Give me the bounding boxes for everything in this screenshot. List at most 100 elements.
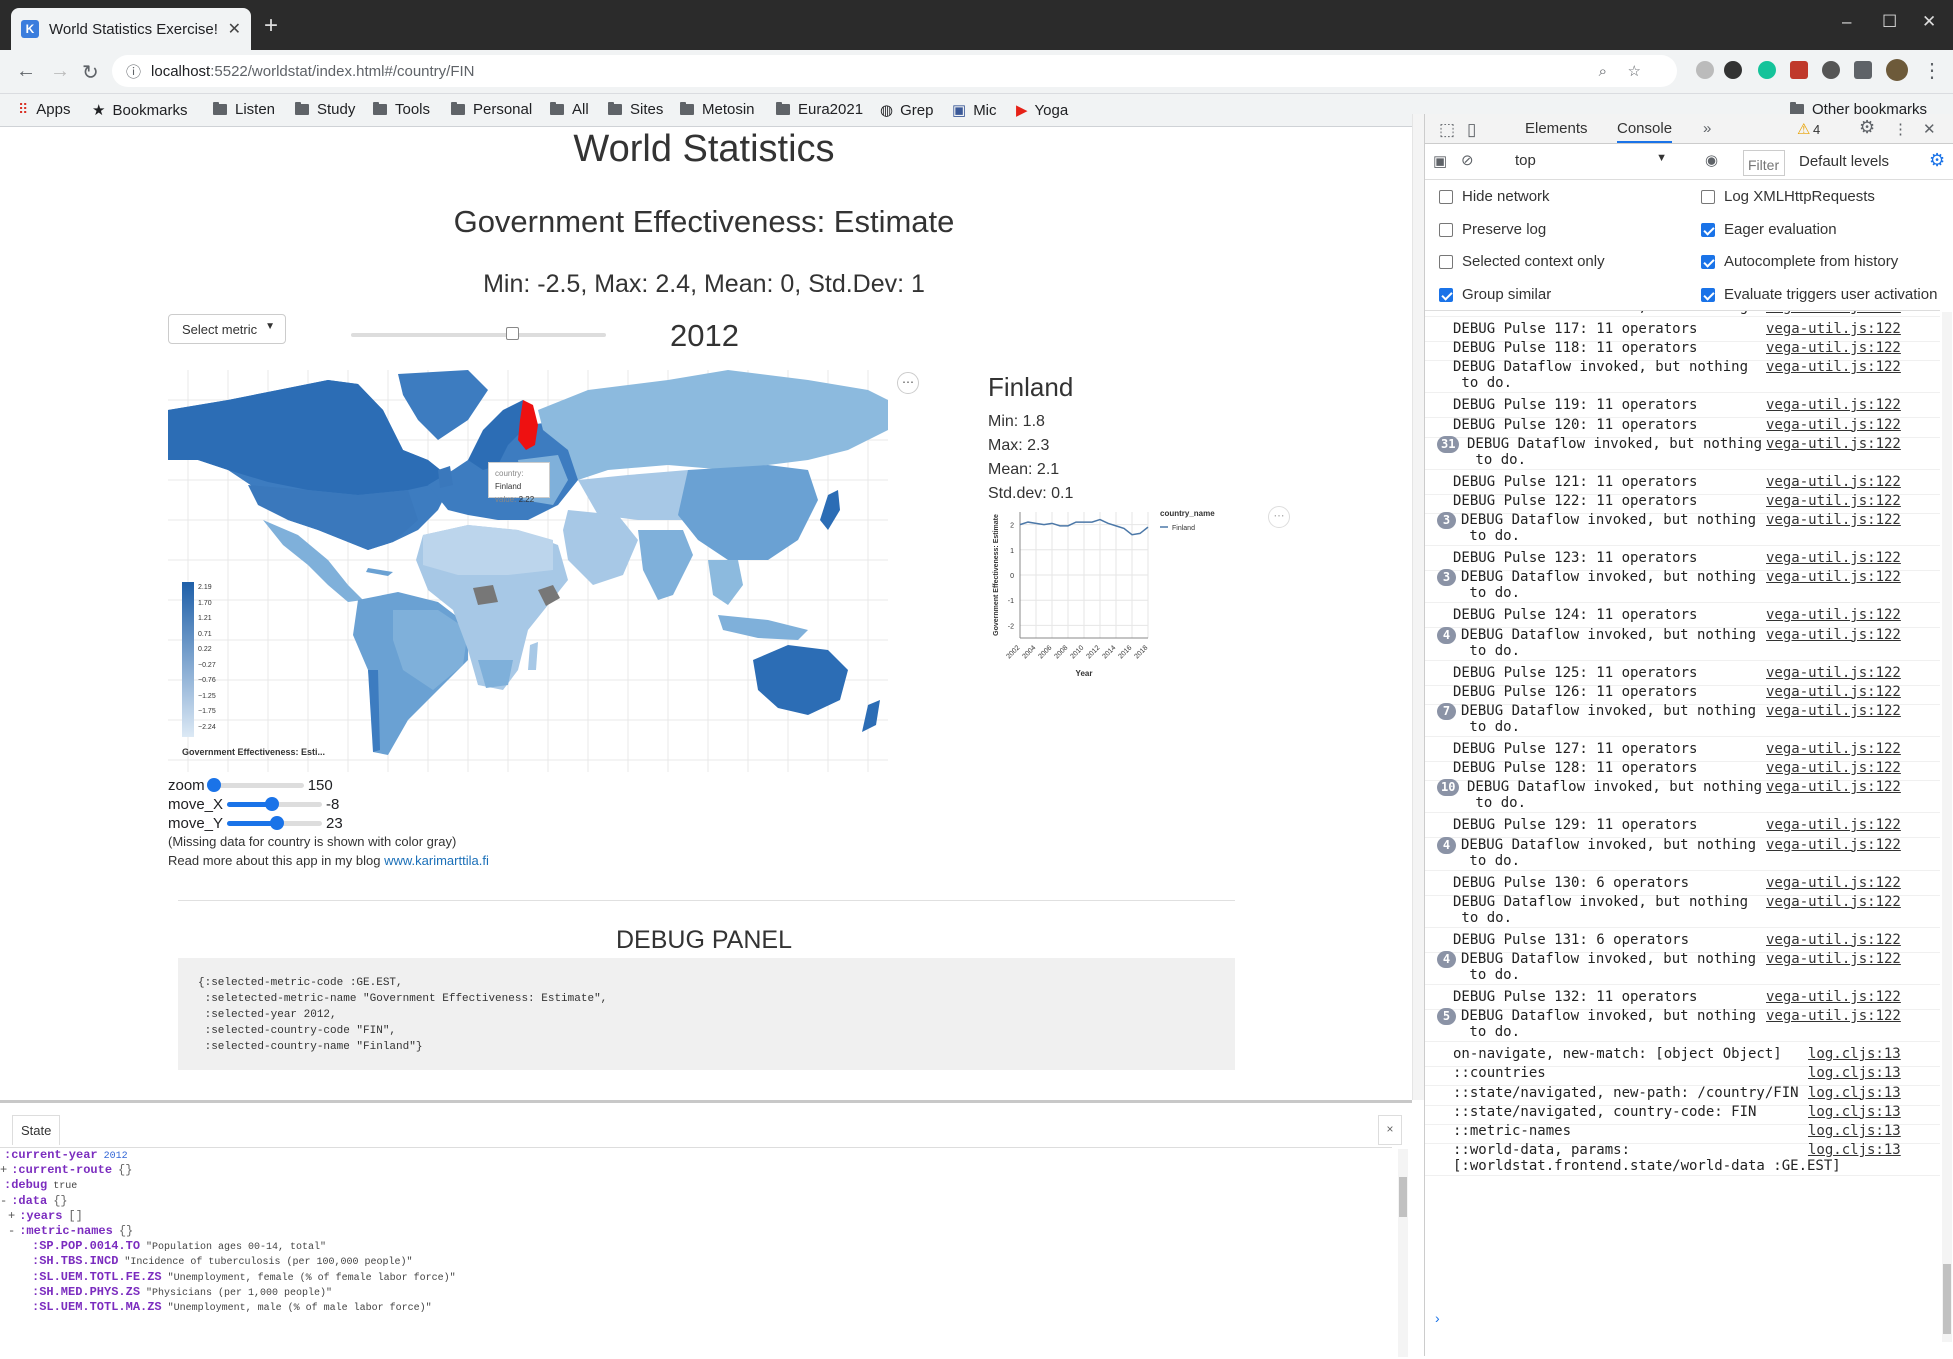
checkbox-autocomplete[interactable]: Autocomplete from history: [1701, 253, 1898, 270]
checkbox-box[interactable]: [1701, 222, 1715, 237]
url-field[interactable]: ⓘ localhost:5522/worldstat/index.html#/c…: [112, 55, 1677, 87]
console-source-link[interactable]: vega-util.js:122: [1766, 760, 1901, 776]
bookmark-personal[interactable]: Personal: [451, 101, 532, 118]
extension-icon[interactable]: [1724, 61, 1742, 79]
info-icon[interactable]: ⓘ: [126, 61, 141, 82]
expand-icon[interactable]: +: [0, 1163, 7, 1177]
russia[interactable]: [538, 370, 888, 480]
console-source-link[interactable]: log.cljs:13: [1808, 1142, 1901, 1158]
console-source-link[interactable]: log.cljs:13: [1808, 1104, 1901, 1120]
checkbox-selected-context[interactable]: Selected context only: [1439, 253, 1605, 270]
zoom-lens-icon[interactable]: ⌕: [1599, 63, 1607, 80]
checkbox-box[interactable]: [1701, 254, 1715, 269]
tab-elements[interactable]: Elements: [1525, 120, 1588, 137]
context-selector[interactable]: top ▼: [1515, 152, 1675, 174]
console-source-link[interactable]: vega-util.js:122: [1766, 703, 1901, 719]
expand-icon[interactable]: +: [8, 1209, 15, 1223]
kebab-menu-icon[interactable]: ⋮: [1922, 58, 1942, 83]
console-source-link[interactable]: vega-util.js:122: [1766, 321, 1901, 337]
console-source-link[interactable]: log.cljs:13: [1808, 1123, 1901, 1139]
warning-icon[interactable]: ⚠: [1797, 120, 1810, 138]
checkbox-box[interactable]: [1439, 287, 1453, 302]
state-scrollbar[interactable]: [1398, 1149, 1408, 1357]
china[interactable]: [678, 465, 818, 560]
collapse-icon[interactable]: -: [8, 1224, 15, 1238]
close-tab-icon[interactable]: ✕: [228, 19, 241, 39]
avatar[interactable]: [1886, 59, 1908, 81]
state-tree-row[interactable]: :SL.UEM.TOTL.MA.ZS "Unemployment, male (%…: [32, 1298, 432, 1316]
zoom-slider-thumb[interactable]: [207, 777, 222, 792]
console-source-link[interactable]: vega-util.js:122: [1766, 894, 1901, 910]
bookmark-study[interactable]: Study: [295, 101, 355, 118]
bookmark-tools[interactable]: Tools: [373, 101, 430, 118]
back-icon[interactable]: ←: [16, 60, 36, 83]
year-slider-thumb[interactable]: [505, 327, 519, 340]
extension-icon[interactable]: [1758, 61, 1776, 79]
reload-icon[interactable]: ↻: [82, 60, 99, 85]
console-prompt-icon[interactable]: ›: [1435, 1310, 1440, 1326]
bookmark-eura2021[interactable]: Eura2021: [776, 101, 863, 118]
indonesia[interactable]: [718, 615, 808, 640]
console-source-link[interactable]: vega-util.js:122: [1766, 779, 1901, 795]
console-scrollbar-thumb[interactable]: [1943, 1264, 1951, 1334]
console-source-link[interactable]: vega-util.js:122: [1766, 340, 1901, 356]
new-tab-icon[interactable]: +: [264, 12, 278, 40]
movex-slider[interactable]: [227, 796, 323, 811]
uk[interactable]: [438, 466, 453, 488]
checkbox-box[interactable]: [1439, 254, 1453, 269]
console-source-link[interactable]: vega-util.js:122: [1766, 1008, 1901, 1024]
console-source-link[interactable]: vega-util.js:122: [1766, 359, 1901, 375]
checkbox-box[interactable]: [1439, 222, 1453, 237]
india[interactable]: [638, 530, 693, 600]
movey-slider-thumb[interactable]: [270, 815, 285, 830]
console-settings-icon[interactable]: ⚙: [1929, 150, 1945, 171]
blog-link[interactable]: www.karimarttila.fi: [384, 853, 489, 868]
bookmark-metosin[interactable]: Metosin: [680, 101, 755, 118]
bookmark-star-icon[interactable]: ☆: [1628, 62, 1641, 80]
checkbox-box[interactable]: [1701, 189, 1715, 204]
checkbox-group-similar[interactable]: Group similar: [1439, 286, 1551, 303]
sidebar-toggle-icon[interactable]: ▣: [1433, 152, 1447, 170]
close-window-icon[interactable]: ✕: [1922, 12, 1936, 32]
checkbox-hide-network[interactable]: Hide network: [1439, 188, 1550, 205]
north-africa[interactable]: [423, 525, 553, 575]
close-devtools-icon[interactable]: ✕: [1923, 120, 1936, 138]
puzzle-icon[interactable]: [1854, 61, 1872, 79]
console-source-link[interactable]: vega-util.js:122: [1766, 607, 1901, 623]
extension-icon[interactable]: [1790, 61, 1808, 79]
checkbox-preserve-log[interactable]: Preserve log: [1439, 221, 1546, 238]
console-source-link[interactable]: vega-util.js:122: [1766, 417, 1901, 433]
console-source-link[interactable]: vega-util.js:122: [1766, 569, 1901, 585]
state-scrollbar-thumb[interactable]: [1399, 1177, 1407, 1217]
chile[interactable]: [368, 670, 380, 752]
year-slider[interactable]: [351, 333, 606, 337]
settings-gear-icon[interactable]: ⚙: [1859, 117, 1875, 138]
bookmark-yoga[interactable]: ▶ Yoga: [1016, 101, 1068, 120]
checkbox-log-xhr[interactable]: Log XMLHttpRequests: [1701, 188, 1875, 205]
bookmark-grep[interactable]: ◍ Grep: [880, 101, 933, 120]
more-tabs-icon[interactable]: »: [1703, 120, 1711, 137]
bookmark-all[interactable]: All: [550, 101, 589, 118]
extension-icon[interactable]: [1696, 61, 1714, 79]
console-source-link[interactable]: vega-util.js:122: [1766, 474, 1901, 490]
bookmark-mic[interactable]: ▣ Mic: [952, 101, 997, 120]
state-close-button[interactable]: ×: [1378, 1115, 1402, 1145]
console-scrollbar[interactable]: [1942, 312, 1952, 1342]
tab-console[interactable]: Console: [1617, 120, 1673, 143]
movex-slider-thumb[interactable]: [264, 796, 279, 811]
page-scrollbar[interactable]: [1412, 114, 1424, 1100]
forward-icon[interactable]: →: [50, 60, 70, 83]
movey-slider[interactable]: [227, 815, 323, 830]
map-actions-menu-icon[interactable]: ⋯: [897, 372, 919, 394]
console-source-link[interactable]: log.cljs:13: [1808, 1085, 1901, 1101]
log-levels-dropdown[interactable]: Default levels: [1799, 153, 1889, 170]
clear-console-icon[interactable]: ⊘: [1461, 151, 1474, 169]
console-source-link[interactable]: vega-util.js:122: [1766, 436, 1901, 452]
madagascar[interactable]: [528, 642, 538, 670]
japan[interactable]: [820, 490, 840, 530]
eye-icon[interactable]: ◉: [1705, 151, 1718, 169]
minimize-icon[interactable]: –: [1842, 12, 1851, 32]
greenland[interactable]: [398, 370, 488, 440]
bookmark-bookmarks[interactable]: ★ Bookmarks: [92, 101, 187, 120]
usa[interactable]: [248, 485, 418, 550]
